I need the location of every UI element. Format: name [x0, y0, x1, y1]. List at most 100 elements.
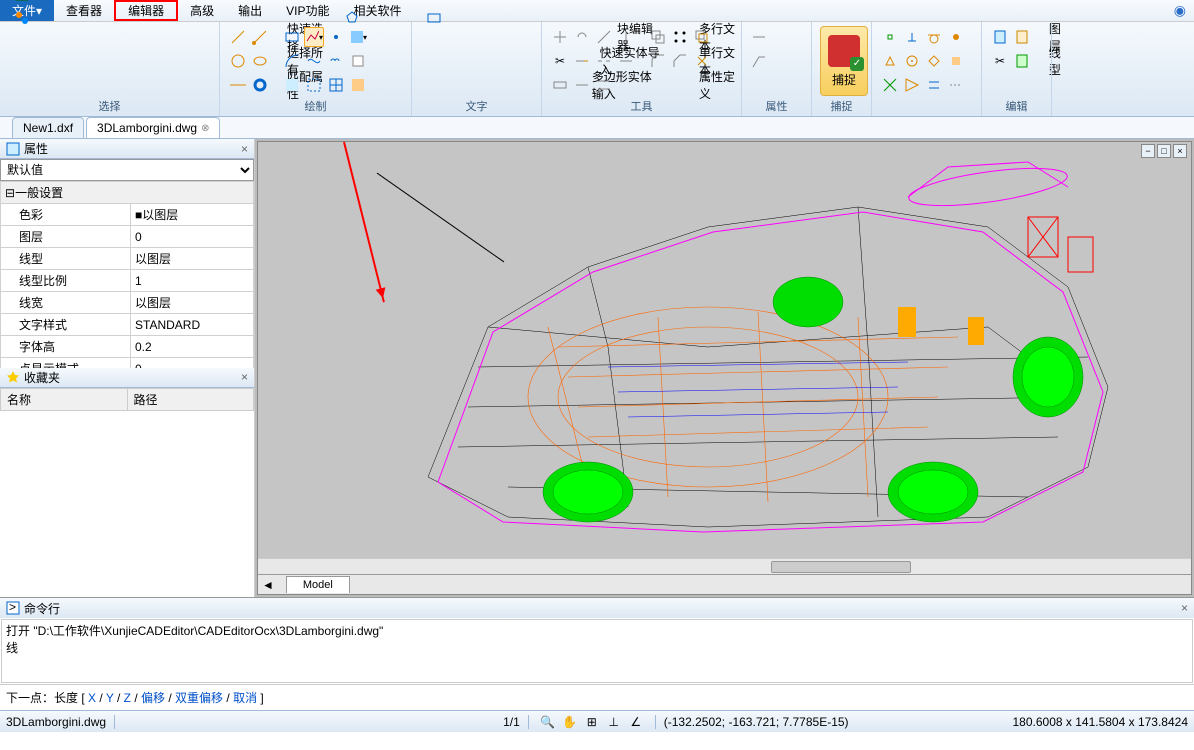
break-tool[interactable]	[594, 51, 614, 71]
horizontal-scrollbar[interactable]	[258, 558, 1191, 574]
props-object-dropdown[interactable]: 默认值	[0, 159, 254, 181]
ellipse-tool[interactable]	[250, 51, 270, 71]
snap-quadrant[interactable]	[924, 51, 944, 71]
revcloud-tool[interactable]	[326, 51, 346, 71]
status-coordinates: (-132.2502; -163.721; 7.7785E-15)	[664, 715, 849, 729]
fav-col-name[interactable]: 名称	[1, 388, 128, 410]
properties-table: ⊟一般设置 色彩■以图层 图层0 线型以图层 线型比例1 线宽以图层 文字样式S…	[0, 181, 254, 368]
offset-tool[interactable]	[692, 27, 712, 47]
prop-row-ltscale[interactable]: 线型比例1	[1, 270, 254, 292]
boundary-tool[interactable]	[304, 75, 324, 95]
grid-toggle[interactable]: ⊞	[583, 713, 601, 731]
prop-row-pointdisplay[interactable]: 点显示模式0	[1, 358, 254, 368]
opt-z[interactable]: Z	[124, 691, 131, 705]
command-prompt[interactable]: 下一点：长度 [ X / Y / Z / 偏移 / 双重偏移 / 取消 ]	[0, 684, 1194, 710]
model-wireframe	[308, 147, 1194, 557]
star-icon	[6, 370, 20, 384]
pan-icon[interactable]: ✋	[561, 713, 579, 731]
polyline-tool[interactable]: ▾	[304, 27, 324, 47]
align-tool[interactable]	[594, 75, 614, 95]
move-tool[interactable]	[550, 27, 570, 47]
group-label-snap: 捕捉	[812, 98, 871, 114]
viewport[interactable]: − □ ×	[255, 139, 1194, 597]
mirror-tool[interactable]	[616, 27, 636, 47]
ray-tool[interactable]	[250, 27, 270, 47]
snap-intersection[interactable]	[880, 75, 900, 95]
snap-perpendicular[interactable]	[902, 27, 922, 47]
section-general[interactable]: ⊟一般设置	[1, 182, 254, 204]
prop-row-color[interactable]: 色彩■以图层	[1, 204, 254, 226]
table-tool[interactable]	[326, 75, 346, 95]
extend-tool[interactable]	[572, 51, 592, 71]
group-label-props: 属性	[742, 98, 811, 114]
ribbon-group-edit: ✂ 编辑	[982, 22, 1052, 116]
trim-tool[interactable]: ✂	[550, 51, 570, 71]
help-icon[interactable]: ◉	[1174, 2, 1186, 19]
ribbon-group-draw: ▾ ▾ 绘制	[220, 22, 412, 116]
join-tool[interactable]	[616, 51, 636, 71]
hatch-tool[interactable]: ▾	[348, 27, 368, 47]
menu-vip[interactable]: VIP功能	[274, 0, 341, 21]
snap-extension[interactable]	[946, 75, 966, 95]
rotate-tool[interactable]	[572, 27, 592, 47]
prop-row-textheight[interactable]: 字体高0.2	[1, 336, 254, 358]
panel-close-icon[interactable]: ×	[1181, 601, 1188, 615]
tab-nav-prev[interactable]: ◄	[258, 578, 278, 592]
snap-midpoint[interactable]	[880, 51, 900, 71]
copy-clipboard[interactable]	[990, 27, 1010, 47]
fav-col-path[interactable]: 路径	[127, 388, 254, 410]
status-filename: 3DLamborgini.dwg	[6, 715, 106, 729]
circle-tool[interactable]	[228, 51, 248, 71]
snap-button[interactable]: 捕捉	[820, 26, 868, 96]
prop-row-textstyle[interactable]: 文字样式STANDARD	[1, 314, 254, 336]
opt-offset[interactable]: 偏移	[141, 691, 165, 705]
group-label-text: 文字	[412, 98, 541, 114]
polar-toggle[interactable]: ∠	[627, 713, 645, 731]
snap-center[interactable]	[902, 51, 922, 71]
console-icon: >	[6, 601, 20, 615]
stretch-tool[interactable]	[550, 75, 570, 95]
snap-parallel[interactable]	[924, 75, 944, 95]
array-tool[interactable]	[670, 27, 690, 47]
region-tool[interactable]	[282, 75, 302, 95]
insert-tool[interactable]	[348, 75, 368, 95]
snap-nearest[interactable]	[902, 75, 922, 95]
chamfer-tool[interactable]	[670, 51, 690, 71]
snap-insert[interactable]	[946, 51, 966, 71]
panel-close-icon[interactable]: ×	[241, 370, 248, 384]
opt-cancel[interactable]: 取消	[233, 691, 257, 705]
command-history[interactable]: 打开 "D:\工作软件\XunjieCADEditor\CADEditorOcx…	[1, 619, 1193, 683]
cut-clipboard[interactable]: ✂	[990, 51, 1010, 71]
opt-y[interactable]: Y	[106, 691, 114, 705]
paste-clipboard[interactable]	[1012, 27, 1032, 47]
ortho-toggle[interactable]: ⊥	[605, 713, 623, 731]
spline-tool[interactable]	[304, 51, 324, 71]
lengthen-tool[interactable]	[572, 75, 592, 95]
zoom-icon[interactable]: 🔍	[539, 713, 557, 731]
fillet-tool[interactable]	[648, 51, 668, 71]
model-space-tab[interactable]: Model	[286, 576, 350, 593]
snap-node[interactable]	[946, 27, 966, 47]
rect-tool[interactable]	[282, 27, 302, 47]
paste-special[interactable]	[1012, 51, 1032, 71]
point-tool[interactable]	[326, 27, 346, 47]
status-pages: 1/1	[503, 715, 520, 729]
prop-row-layer[interactable]: 图层0	[1, 226, 254, 248]
donut-tool[interactable]	[250, 75, 270, 95]
opt-double-offset[interactable]: 双重偏移	[175, 691, 223, 705]
ribbon: 快速选择 块编辑器 选择所有 快速实体导入 匹配属性 多边形实体输入 选择 ▾	[0, 22, 1194, 117]
ribbon-group-snaptypes	[872, 22, 982, 116]
snap-tangent[interactable]	[924, 27, 944, 47]
explode-tool[interactable]	[692, 51, 712, 71]
xline-tool[interactable]	[228, 75, 248, 95]
snap-endpoint[interactable]	[880, 27, 900, 47]
prop-row-lweight[interactable]: 线宽以图层	[1, 292, 254, 314]
group-label-tools: 工具	[542, 98, 741, 114]
prop-row-linetype[interactable]: 线型以图层	[1, 248, 254, 270]
copy-tool[interactable]	[648, 27, 668, 47]
scale-tool[interactable]	[594, 27, 614, 47]
wipeout-tool[interactable]	[348, 51, 368, 71]
line-tool[interactable]	[228, 27, 248, 47]
opt-x[interactable]: X	[88, 691, 96, 705]
arc-tool[interactable]	[282, 51, 302, 71]
